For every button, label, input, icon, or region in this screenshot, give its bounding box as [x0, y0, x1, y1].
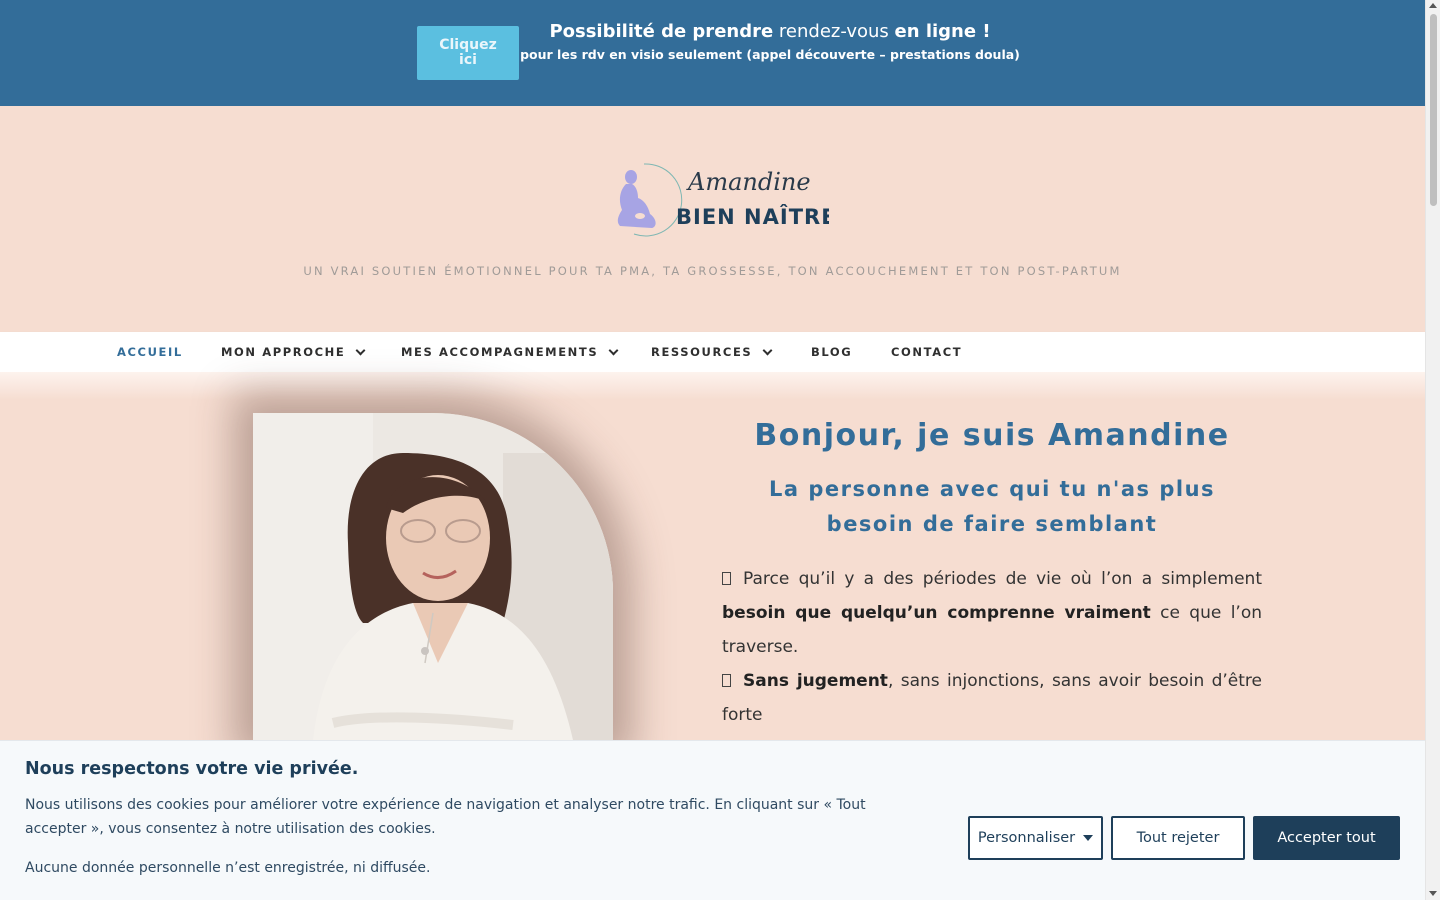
customize-label: Personnaliser — [977, 830, 1076, 846]
main-nav: ACCUEIL MON APPROCHE MES ACCOMPAGNEMENTS… — [0, 332, 1425, 372]
announcement-bar: Cliquez ici Possibilité de prendre rende… — [0, 0, 1425, 106]
cookie-consent-banner: Nous respectons votre vie privée. Nous u… — [0, 740, 1425, 900]
headline-part-2: rendez-vous — [773, 21, 895, 42]
chevron-down-icon — [355, 345, 366, 355]
nav-label: ACCUEIL — [117, 345, 183, 359]
nav-label: CONTACT — [891, 345, 963, 359]
accept-all-button[interactable]: Accepter tout — [1253, 816, 1400, 860]
bullet-icon — [722, 674, 731, 687]
hero-paragraph-2: Sans jugement, sans injonctions, sans av… — [722, 664, 1262, 732]
nav-label: MON APPROCHE — [221, 345, 346, 359]
hero-p1-pre: Parce qu’il y a des périodes de vie où l… — [743, 569, 1262, 589]
nav-label: RESSOURCES — [651, 345, 753, 359]
customize-button[interactable]: Personnaliser — [968, 816, 1103, 860]
hero-title: Bonjour, je suis Amandine — [754, 418, 1230, 453]
chevron-down-icon — [608, 345, 619, 355]
bullet-icon — [722, 572, 731, 585]
headline-part-1: Possibilité de prendre — [549, 21, 774, 42]
cookie-note: Aucune donnée personnelle n’est enregist… — [25, 860, 431, 876]
headline-part-3: en ligne ! — [894, 21, 991, 42]
caret-down-icon — [1083, 835, 1094, 841]
nav-item-mes-accompagnements[interactable]: MES ACCOMPAGNEMENTS — [401, 345, 619, 359]
site-tagline: UN VRAI SOUTIEN ÉMOTIONNEL POUR TA PMA, … — [303, 264, 1122, 278]
nav-item-contact[interactable]: CONTACT — [891, 345, 962, 359]
nav-item-mon-approche[interactable]: MON APPROCHE — [221, 345, 366, 359]
site-header: Amandine BIEN NAÎTRE UN VRAI SOUTIEN ÉMO… — [0, 106, 1425, 332]
scroll-up-icon[interactable] — [1429, 3, 1437, 8]
cookie-description: Nous utilisons des cookies pour améliore… — [25, 797, 866, 837]
nav-item-ressources[interactable]: RESSOURCES — [651, 345, 773, 359]
click-here-button[interactable]: Cliquez ici — [417, 26, 519, 80]
site-logo[interactable]: Amandine BIEN NAÎTRE — [604, 160, 836, 240]
hero-subtitle: La personne avec qui tu n'as plus besoin… — [768, 477, 1216, 536]
portrait-photo — [253, 413, 613, 740]
hero-body: Parce qu’il y a des périodes de vie où l… — [722, 562, 1262, 732]
hero-p2-bold: Sans jugement — [743, 671, 888, 691]
chevron-down-icon — [762, 345, 773, 355]
section-divider — [0, 372, 1425, 403]
page-scrollbar[interactable] — [1425, 0, 1440, 900]
logo-script-text: Amandine — [686, 168, 811, 196]
scrollbar-thumb[interactable] — [1430, 14, 1437, 206]
reject-all-button[interactable]: Tout rejeter — [1111, 816, 1245, 860]
announcement-headline: Possibilité de prendre rendez-vous en li… — [545, 21, 995, 42]
logo-name-text: BIEN NAÎTRE — [676, 204, 829, 229]
scroll-down-icon[interactable] — [1429, 891, 1437, 896]
nav-label: BLOG — [811, 345, 853, 359]
hero-paragraph-1: Parce qu’il y a des périodes de vie où l… — [722, 562, 1262, 664]
hero-p1-bold: besoin que quelqu’un comprenne vraiment — [722, 603, 1151, 623]
nav-item-accueil[interactable]: ACCUEIL — [117, 345, 183, 359]
nav-label: MES ACCOMPAGNEMENTS — [401, 345, 599, 359]
announcement-subline: pour les rdv en visio seulement (appel d… — [520, 47, 1020, 62]
nav-item-blog[interactable]: BLOG — [811, 345, 852, 359]
cookie-title: Nous respectons votre vie privée. — [25, 759, 359, 779]
